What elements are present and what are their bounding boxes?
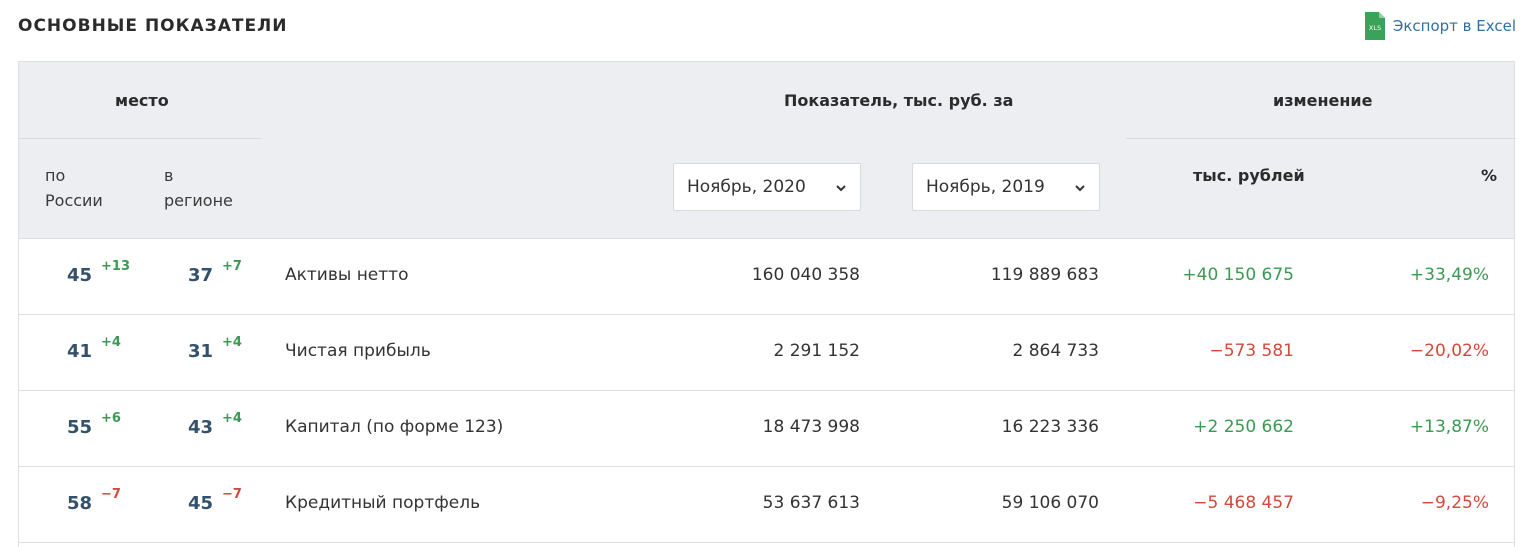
indicators-table: место Показатель, тыс. руб. за изменение…	[18, 61, 1516, 547]
header-change-rub: тыс. рублей	[1193, 166, 1305, 185]
section-title: ОСНОВНЫЕ ПОКАЗАТЕЛИ	[18, 16, 288, 36]
change-rub: +2 250 662	[1193, 417, 1294, 437]
rank-russia: 58	[67, 493, 93, 514]
rank-russia: 41	[67, 341, 93, 362]
rank-region-delta: +7	[222, 259, 242, 274]
header-indicator: Показатель, тыс. руб. за	[784, 91, 1014, 110]
value-previous: 16 223 336	[1001, 417, 1099, 437]
value-current: 2 291 152	[773, 341, 860, 361]
indicator-name: Капитал (по форме 123)	[285, 417, 504, 437]
value-current: 160 040 358	[751, 265, 860, 285]
svg-text:XLS: XLS	[1369, 24, 1381, 32]
export-label: Экспорт в Excel	[1392, 17, 1516, 35]
value-previous: 2 864 733	[1012, 341, 1099, 361]
rank-russia-delta: +6	[101, 411, 121, 426]
rank-russia: 55	[67, 417, 93, 438]
table-row: 55 +6 43 +4 Капитал (по форме 123) 18 47…	[19, 391, 1514, 467]
header-place: место	[115, 91, 169, 110]
indicator-name: Кредитный портфель	[285, 493, 481, 513]
table-row: 45 +13 37 +7 Активы нетто 160 040 358 11…	[19, 239, 1514, 315]
change-pct: −20,02%	[1409, 341, 1489, 361]
value-previous: 59 106 070	[1001, 493, 1099, 513]
rank-region: 43	[188, 417, 214, 438]
xls-file-icon: XLS	[1364, 12, 1385, 40]
rank-russia-delta: −7	[101, 487, 121, 502]
chevron-down-icon	[836, 185, 846, 192]
change-rub: +40 150 675	[1182, 265, 1294, 285]
value-previous: 119 889 683	[990, 265, 1099, 285]
change-pct: +13,87%	[1409, 417, 1489, 437]
change-rub: −573 581	[1209, 341, 1294, 361]
rank-russia: 45	[67, 265, 93, 286]
rank-region-delta: −7	[222, 487, 242, 502]
value-current: 18 473 998	[762, 417, 860, 437]
export-excel-link[interactable]: XLS Экспорт в Excel	[1364, 12, 1516, 40]
rank-region-delta: +4	[222, 335, 242, 350]
header-divider-right	[1126, 138, 1516, 139]
header-place-russia: по России	[45, 166, 103, 210]
header-change-pct: %	[1481, 166, 1498, 185]
table-header: место Показатель, тыс. руб. за изменение…	[19, 62, 1516, 239]
rank-russia-delta: +4	[101, 335, 121, 350]
table-row: 58 −7 45 −7 Кредитный портфель 53 637 61…	[19, 467, 1514, 543]
rank-region: 31	[188, 341, 214, 362]
rank-region: 45	[188, 493, 214, 514]
period-select-previous[interactable]: Ноябрь, 2019	[912, 163, 1100, 211]
header-change: изменение	[1273, 91, 1373, 110]
change-pct: −9,25%	[1420, 493, 1489, 513]
rank-region: 37	[188, 265, 214, 286]
chevron-down-icon	[1075, 185, 1085, 192]
change-pct: +33,49%	[1409, 265, 1489, 285]
rank-russia-delta: +13	[101, 259, 130, 274]
header-divider-left	[19, 138, 261, 139]
indicator-name: Чистая прибыль	[285, 341, 431, 361]
change-rub: −5 468 457	[1193, 493, 1294, 513]
indicator-name: Активы нетто	[285, 265, 409, 285]
rank-region-delta: +4	[222, 411, 242, 426]
value-current: 53 637 613	[762, 493, 860, 513]
period-select-current[interactable]: Ноябрь, 2020	[673, 163, 861, 211]
header-place-region: в регионе	[164, 166, 233, 210]
table-row: 41 +4 31 +4 Чистая прибыль 2 291 152 2 8…	[19, 315, 1514, 391]
